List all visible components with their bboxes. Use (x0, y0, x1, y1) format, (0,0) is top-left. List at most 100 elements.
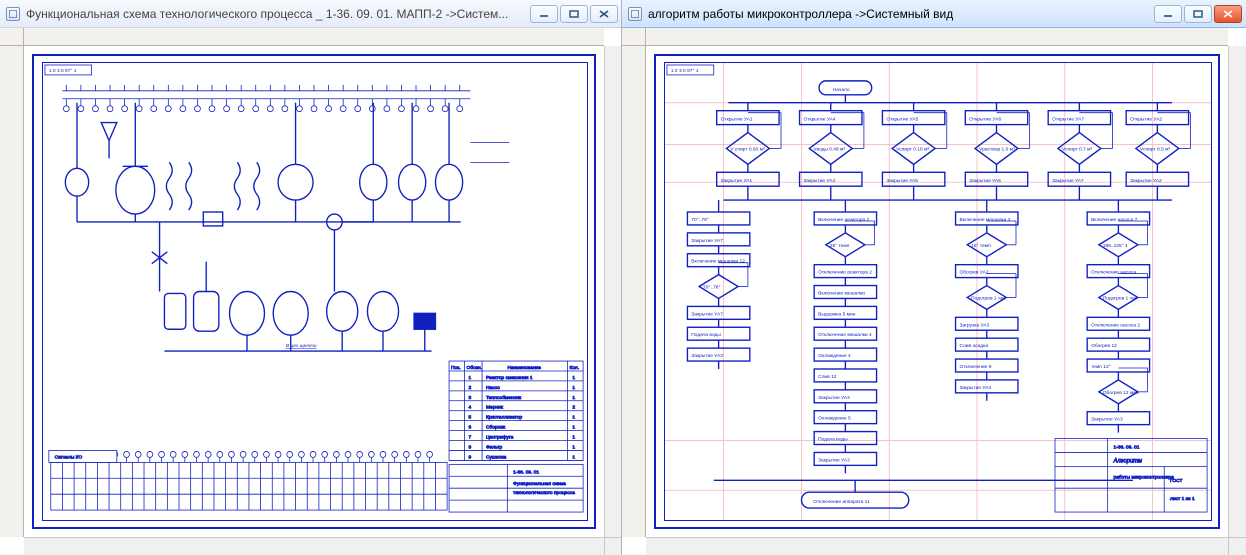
svg-text:Охлаждение 4: Охлаждение 4 (818, 353, 851, 359)
svg-text:Мерник: Мерник (486, 405, 504, 411)
svg-text:Закрытие УА1: Закрытие УА1 (721, 178, 753, 184)
scrollbar-horizontal[interactable] (646, 537, 1228, 555)
window-buttons (1154, 5, 1242, 23)
svg-text:Открытие УА5: Открытие УА5 (886, 117, 918, 123)
svg-text:1: 1 (572, 425, 575, 431)
svg-text:2: 2 (572, 405, 575, 411)
svg-text:Сборник: Сборник (486, 425, 506, 431)
sheet-frame-inner: 1.0 3.0 97° 1 (42, 62, 588, 521)
scrollbar-vertical[interactable] (604, 46, 622, 537)
svg-text:Открытие УА1: Открытие УА1 (721, 117, 753, 123)
svg-text:Реактор смешения 1: Реактор смешения 1 (486, 375, 533, 381)
svg-text:Включение насоса 7: Включение насоса 7 (1091, 217, 1138, 223)
ruler-vertical[interactable] (0, 46, 24, 537)
scrollbar-horizontal[interactable] (24, 537, 604, 555)
svg-text:Слив осадка: Слив осадка (959, 343, 988, 349)
ruler-horizontal[interactable] (24, 28, 604, 46)
svg-text:5: 5 (468, 415, 471, 421)
minimize-button[interactable] (1154, 5, 1182, 23)
svg-text:1-36. 09. 01: 1-36. 09. 01 (1114, 444, 1140, 450)
svg-text:технологического процесса: технологического процесса (513, 491, 575, 496)
svg-text:Подогрев 1 час: Подогрев 1 час (971, 295, 1006, 301)
maximize-button[interactable] (1184, 5, 1212, 23)
sheet-frame-outer: 1.0 3.0 97° 1 (32, 54, 596, 529)
ruler-vertical[interactable] (622, 46, 646, 537)
flowchart-svg: 1.0 3.0 97° 1 Начало Открытие УА1 V спирт… (665, 63, 1211, 520)
svg-text:1.0 3.0 97° 1: 1.0 3.0 97° 1 (671, 68, 699, 74)
svg-text:Открытие УА6: Открытие УА6 (969, 117, 1001, 123)
svg-text:Vспирт 0.7 м³: Vспирт 0.7 м³ (1062, 146, 1093, 152)
svg-text:Отключение реактора 2: Отключение реактора 2 (818, 270, 872, 276)
svg-text:Наименование: Наименование (507, 365, 541, 371)
svg-text:Закрытие УА2: Закрытие УА2 (1130, 178, 1162, 184)
scrollbar-corner (604, 537, 622, 555)
svg-text:Vраствор 1.0 м³: Vраствор 1.0 м³ (979, 146, 1015, 152)
svg-text:1: 1 (572, 454, 575, 460)
svg-text:Обогрев 12: Обогрев 12 (1091, 343, 1117, 349)
svg-text:Подача воды: Подача воды (818, 436, 848, 442)
svg-text:темп 12°: темп 12° (1091, 364, 1111, 370)
svg-text:1: 1 (468, 375, 471, 381)
svg-text:Закрытие УА7: Закрытие УА7 (691, 311, 723, 317)
svg-text:Закрытие УА3: Закрытие УА3 (818, 457, 850, 463)
document-icon (6, 7, 20, 21)
svg-text:Начало: Начало (833, 87, 850, 93)
svg-text:1: 1 (572, 385, 575, 391)
svg-text:1: 1 (572, 395, 575, 401)
svg-text:Закрытие УА7: Закрытие УА7 (691, 238, 723, 244)
drawing-canvas-left[interactable]: 1.0 3.0 97° 1 (24, 46, 604, 537)
close-button[interactable] (1214, 5, 1242, 23)
svg-text:Центрифуга: Центрифуга (486, 434, 514, 440)
svg-text:Фильтр: Фильтр (486, 444, 503, 450)
svg-text:1-36. 09. 01: 1-36. 09. 01 (513, 469, 539, 475)
mdi-child-window-left: Функциональная схема технологического пр… (0, 0, 622, 555)
scrollbar-vertical[interactable] (1228, 46, 1246, 537)
svg-text:Отключение 9: Отключение 9 (959, 364, 991, 370)
svg-text:Поз.: Поз. (451, 365, 461, 371)
svg-text:Обозн.: Обозн. (467, 365, 482, 371)
svg-text:Включение мешалки 12: Включение мешалки 12 (691, 259, 745, 265)
svg-text:Подогрев 1 час: Подогрев 1 час (1103, 295, 1138, 301)
svg-text:лист 1 из 1: лист 1 из 1 (1170, 496, 1195, 502)
drawing-canvas-right[interactable]: 1.0 3.0 97° 1 Начало Открытие УА1 V спирт… (646, 46, 1228, 537)
svg-text:Открытие УА7: Открытие УА7 (1052, 117, 1084, 123)
maximize-button[interactable] (560, 5, 588, 23)
svg-text:Функциональная схема: Функциональная схема (513, 481, 566, 487)
window-title: алгоритм работы микроконтроллера ->Систе… (648, 7, 1154, 21)
document-icon (628, 7, 642, 21)
svg-text:Закрытие УА3: Закрытие УА3 (818, 395, 850, 401)
titlebar-right[interactable]: алгоритм работы микроконтроллера ->Систе… (622, 0, 1246, 28)
close-button[interactable] (590, 5, 618, 23)
svg-text:1: 1 (572, 444, 575, 450)
sheet-frame-inner: 1.0 3.0 97° 1 Начало Открытие УА1 V спирт… (664, 62, 1212, 521)
svg-text:Vспирт 0.5 м³: Vспирт 0.5 м³ (1140, 146, 1171, 152)
ruler-corner (0, 28, 24, 46)
svg-text:16° темп: 16° темп (971, 243, 991, 249)
svg-text:Закрытие УА5: Закрытие УА5 (886, 178, 918, 184)
svg-text:7: 7 (468, 434, 471, 440)
svg-text:Включение мешалки: Включение мешалки (818, 290, 865, 296)
svg-text:1.0 3.0 97° 1: 1.0 3.0 97° 1 (49, 68, 77, 74)
svg-text:25° темп: 25° темп (830, 243, 850, 249)
titlebar-left[interactable]: Функциональная схема технологического пр… (0, 0, 622, 28)
svg-text:Отключение аппарата 11: Отключение аппарата 11 (813, 499, 870, 505)
svg-text:Vводы 0.48 м³: Vводы 0.48 м³ (813, 146, 845, 152)
svg-text:3: 3 (468, 395, 471, 401)
svg-text:Включение мешалки 3: Включение мешалки 3 (959, 217, 1010, 223)
svg-text:Включение реактора 2: Включение реактора 2 (818, 217, 869, 223)
svg-text:Насос: Насос (486, 385, 500, 391)
svg-text:Сушилка: Сушилка (486, 454, 507, 460)
window-buttons (530, 5, 618, 23)
svg-text:V спирт 0.60 м³: V спирт 0.60 м³ (730, 146, 765, 152)
svg-text:70°..78°: 70°..78° (703, 284, 720, 290)
svg-text:Подача воды: Подача воды (691, 332, 721, 338)
svg-text:Отключение мешалки 4: Отключение мешалки 4 (818, 332, 872, 338)
svg-text:Vспирт 0.16 м³: Vспирт 0.16 м³ (896, 146, 929, 152)
ruler-horizontal[interactable] (646, 28, 1228, 46)
svg-text:Кол.: Кол. (570, 365, 580, 371)
svg-text:189..125° 1: 189..125° 1 (1103, 243, 1128, 249)
sheet-frame-outer: 1.0 3.0 97° 1 Начало Открытие УА1 V спирт… (654, 54, 1220, 529)
svg-text:Кристаллизатор: Кристаллизатор (486, 415, 523, 421)
minimize-button[interactable] (530, 5, 558, 23)
svg-text:1: 1 (572, 434, 575, 440)
